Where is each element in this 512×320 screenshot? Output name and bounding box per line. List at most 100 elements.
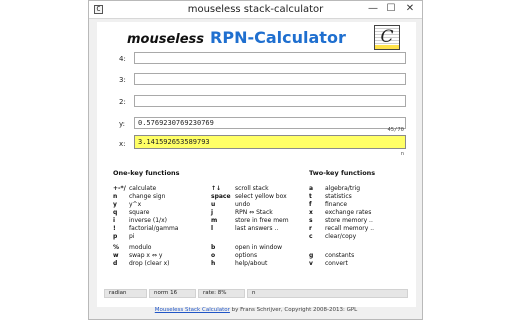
key-label: t <box>309 193 312 200</box>
key-description: statistics <box>325 193 352 200</box>
key-label: +-*/ <box>113 185 126 192</box>
key-label: x <box>309 209 313 216</box>
key-label: m <box>211 217 218 224</box>
key-description: clear/copy <box>325 233 357 240</box>
key-description: finance <box>325 201 348 208</box>
key-label: y <box>113 201 117 208</box>
register-y-field[interactable]: 0.5769230769230769 <box>134 117 406 129</box>
key-description: exchange rates <box>325 209 372 216</box>
list-item: f finance <box>309 201 347 209</box>
list-item: i inverse (1/x) <box>113 217 167 225</box>
list-item: r recall memory .. <box>309 225 374 233</box>
key-label: u <box>211 201 216 208</box>
key-description: drop (clear x) <box>129 260 170 267</box>
key-description: change sign <box>129 193 166 200</box>
one-key-title: One-key functions <box>113 169 180 177</box>
register-2-field[interactable] <box>134 95 406 107</box>
footer-text: by Frans Schrijver, Copyright 2008-2013:… <box>229 307 358 313</box>
list-item: ↑↓ scroll stack <box>211 185 269 193</box>
list-item: a algebra/trig <box>309 185 360 193</box>
list-item: l last answers .. <box>211 225 278 233</box>
footer-link[interactable]: Mouseless Stack Calculator <box>155 307 230 313</box>
logo-letter: C <box>380 27 394 47</box>
status-bar: radian norm 16 rate: 8% n <box>104 289 408 298</box>
list-item: v convert <box>309 260 348 268</box>
key-label: % <box>113 244 120 251</box>
register-x-field[interactable]: 3.141592653589793 <box>134 135 406 149</box>
key-label: g <box>309 252 314 259</box>
list-item: w swap x ⇔ y <box>113 252 162 260</box>
key-label: o <box>211 252 216 259</box>
status-rate[interactable]: rate: 8% <box>198 289 245 298</box>
list-item: d drop (clear x) <box>113 260 169 268</box>
key-description: constants <box>325 252 355 259</box>
key-label: f <box>309 201 312 208</box>
key-label: v <box>309 260 313 267</box>
key-description: store in free mem <box>235 217 289 224</box>
help-panel: One-key functions Two-key functions +-*/… <box>113 166 413 276</box>
list-item: u undo <box>211 201 250 209</box>
footer: Mouseless Stack Calculator by Frans Schr… <box>0 307 512 313</box>
status-number-format[interactable]: norm 16 <box>149 289 196 298</box>
close-icon[interactable]: ✕ <box>403 3 417 16</box>
list-item: b open in window <box>211 244 282 252</box>
key-description: algebra/trig <box>325 185 361 192</box>
input-counter: 45/70 <box>387 127 404 133</box>
key-description: scroll stack <box>235 185 269 192</box>
key-label: ↑↓ <box>211 185 222 192</box>
register-3-field[interactable] <box>134 73 406 85</box>
key-description: store memory .. <box>325 217 373 224</box>
key-label: c <box>309 233 313 240</box>
list-item: h help/about <box>211 260 267 268</box>
key-description: calculate <box>129 185 157 192</box>
register-4-label: 4: <box>119 55 126 63</box>
key-description: undo <box>235 201 251 208</box>
list-item: c clear/copy <box>309 233 356 241</box>
key-label: n <box>113 193 118 200</box>
key-label: l <box>211 225 214 232</box>
list-item: ! factorial/gamma <box>113 225 178 233</box>
key-description: square <box>129 209 150 216</box>
key-description: open in window <box>235 244 283 251</box>
status-mode[interactable]: n <box>247 289 408 298</box>
list-item: +-*/calculate <box>113 185 156 193</box>
mode-indicator: n <box>400 151 404 157</box>
register-3-label: 3: <box>119 76 126 84</box>
key-description: options <box>235 252 258 259</box>
list-item: x exchange rates <box>309 209 371 217</box>
list-item: g constants <box>309 252 354 260</box>
key-label: space <box>211 193 231 200</box>
key-description: factorial/gamma <box>129 225 179 232</box>
list-item: n change sign <box>113 193 165 201</box>
key-description: convert <box>325 260 348 267</box>
minimize-icon[interactable]: — <box>366 3 380 16</box>
key-label: j <box>211 209 214 216</box>
list-item: % modulo <box>113 244 151 252</box>
key-description: help/about <box>235 260 268 267</box>
key-label: ! <box>113 225 116 232</box>
register-4-field[interactable] <box>134 52 406 64</box>
key-label: q <box>113 209 118 216</box>
list-item: s store memory .. <box>309 217 373 225</box>
key-description: last answers .. <box>235 225 279 232</box>
key-label: d <box>113 260 118 267</box>
register-x-label: x: <box>119 140 126 148</box>
key-label: w <box>113 252 119 259</box>
key-label: i <box>113 217 116 224</box>
list-item: q square <box>113 209 149 217</box>
logo-yellow-strip <box>375 45 399 49</box>
key-description: recall memory .. <box>325 225 375 232</box>
status-angle-mode[interactable]: radian <box>104 289 147 298</box>
register-2-label: 2: <box>119 98 126 106</box>
list-item: space select yellow box <box>211 193 287 201</box>
register-y-label: y: <box>119 120 125 128</box>
maximize-icon[interactable]: ☐ <box>384 3 398 16</box>
key-label: s <box>309 217 313 224</box>
key-label: h <box>211 260 216 267</box>
key-description: select yellow box <box>235 193 287 200</box>
brand-rpn-calculator: RPN-Calculator <box>210 28 346 47</box>
brand-title: mouseless RPN-Calculator <box>127 28 346 47</box>
key-description: inverse (1/x) <box>129 217 167 224</box>
key-description: swap x ⇔ y <box>129 252 163 259</box>
list-item: p pi <box>113 233 134 241</box>
